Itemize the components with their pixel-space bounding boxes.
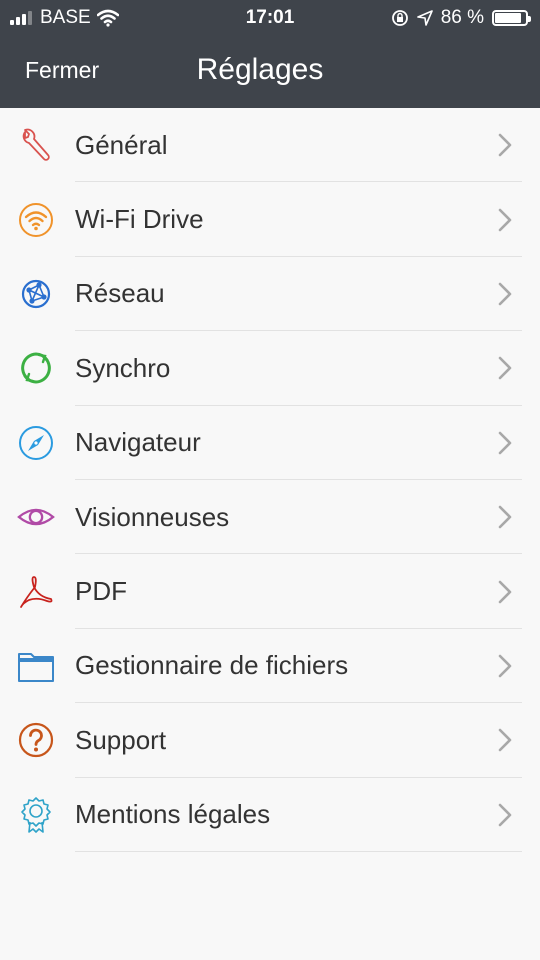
pdf-icon — [17, 573, 55, 611]
chevron-right-icon — [498, 357, 512, 380]
settings-item-label: Gestionnaire de fichiers — [75, 650, 349, 681]
status-bar: BASE 17:01 86 % — [0, 0, 540, 36]
settings-item-général[interactable]: Général — [0, 108, 540, 183]
settings-item-navigateur[interactable]: Navigateur — [0, 406, 540, 480]
navigation-bar: Fermer Réglages — [0, 36, 540, 108]
settings-item-réseau[interactable]: Réseau — [0, 257, 540, 332]
chevron-right-icon — [498, 654, 512, 678]
header: BASE 17:01 86 % Fermer Réglages — [0, 0, 540, 108]
chevron-right-icon — [498, 133, 512, 157]
settings-item-label: Navigateur — [75, 427, 201, 458]
settings-item-label: Mentions légales — [75, 799, 271, 830]
wifi-icon — [17, 201, 55, 239]
compass-icon — [17, 424, 55, 462]
settings-item-visionneuses[interactable]: Visionneuses — [0, 480, 540, 555]
settings-list: Général Wi-Fi Drive Réseau Synchro Navigateu… — [0, 108, 540, 852]
chevron-right-icon — [498, 729, 512, 752]
settings-item-label: Synchro — [75, 352, 171, 383]
rotation-lock-icon — [391, 10, 408, 26]
chevron-right-icon — [498, 431, 512, 455]
settings-item-synchro[interactable]: Synchro — [0, 331, 540, 406]
chevron-right-icon — [498, 282, 512, 306]
settings-item-label: PDF — [75, 576, 127, 607]
chevron-right-icon — [498, 803, 512, 827]
settings-item-label: Réseau — [75, 278, 165, 309]
settings-item-pdf[interactable]: PDF — [0, 554, 540, 629]
settings-item-label: Wi-Fi Drive — [75, 204, 204, 235]
chevron-right-icon — [498, 505, 512, 529]
battery-percent: 86 % — [440, 7, 484, 28]
settings-item-support[interactable]: Support — [0, 703, 540, 778]
award-icon — [17, 796, 55, 834]
battery-icon — [492, 10, 531, 26]
sync-icon — [17, 349, 55, 387]
network-icon — [17, 275, 55, 313]
page-title-text: Réglages — [196, 53, 324, 86]
row-divider — [75, 850, 522, 852]
settings-item-label: Visionneuses — [75, 501, 230, 532]
settings-item-label: Général — [75, 129, 168, 160]
settings-item-mentions-légales[interactable]: Mentions légales — [0, 778, 540, 852]
settings-item-gestionnaire-de-fichiers[interactable]: Gestionnaire de fichiers — [0, 629, 540, 704]
settings-item-label: Support — [75, 724, 167, 755]
status-right: 86 % — [391, 7, 531, 29]
chevron-right-icon — [498, 580, 512, 603]
wrench-icon — [17, 126, 55, 164]
chevron-right-icon — [498, 208, 512, 231]
location-icon — [416, 10, 433, 26]
page-title: Réglages — [0, 53, 540, 87]
question-icon — [17, 721, 55, 759]
eye-icon — [17, 498, 55, 536]
settings-item-wi-fi-drive[interactable]: Wi-Fi Drive — [0, 182, 540, 257]
folder-icon — [17, 647, 55, 685]
